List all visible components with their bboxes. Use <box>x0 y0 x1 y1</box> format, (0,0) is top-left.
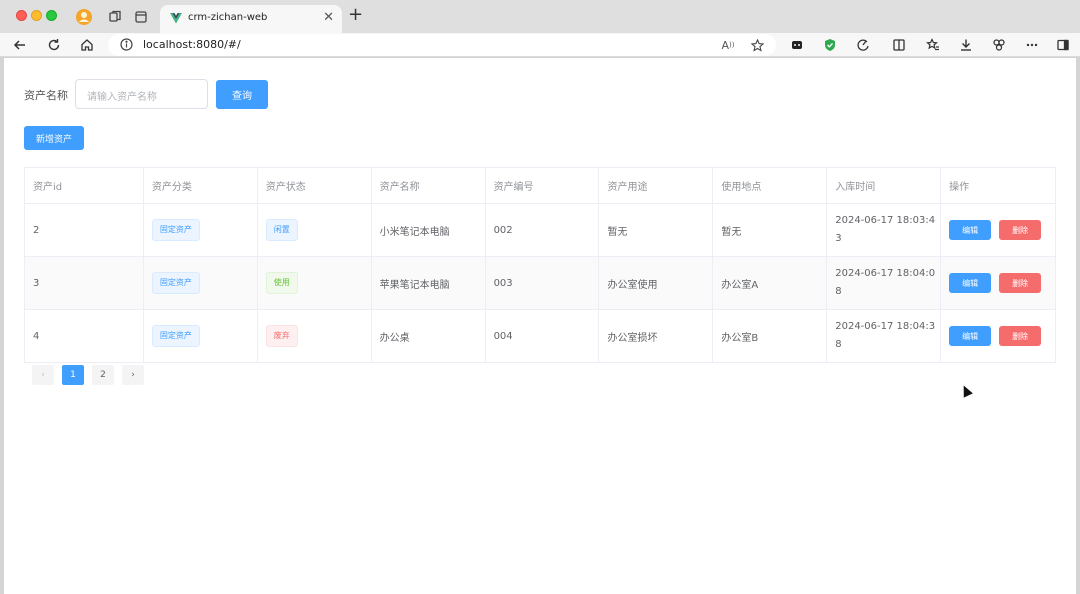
cell-code: 002 <box>485 204 600 257</box>
column-header-code: 资产编号 <box>485 168 600 204</box>
cell-name: 办公桌 <box>371 310 486 363</box>
address-url: localhost:8080/#/ <box>143 38 241 51</box>
cell-location: 办公室A <box>713 257 828 310</box>
tab-active[interactable]: crm-zichan-web ✕ <box>160 5 342 33</box>
column-header-usage: 资产用途 <box>599 168 714 204</box>
extension-icon[interactable] <box>788 36 806 54</box>
edit-button[interactable]: 编辑 <box>949 220 992 240</box>
split-screen-icon[interactable] <box>890 36 908 54</box>
page-content: 资产名称 请输入资产名称 查询 新增资产 资产id 资产分类 资产状态 资产名称… <box>4 58 1076 594</box>
category-tag: 固定资产 <box>151 219 200 241</box>
more-menu-icon[interactable] <box>1023 36 1041 54</box>
prev-page-button[interactable]: ‹ <box>32 365 54 385</box>
delete-button[interactable]: 删除 <box>999 220 1042 240</box>
new-tab-button[interactable]: + <box>348 6 363 24</box>
browser-toolbar: localhost:8080/#/ A)) <box>0 33 1080 57</box>
column-header-id: 资产id <box>25 168 144 204</box>
column-header-status: 资产状态 <box>257 168 372 204</box>
cell-status: 废弃 <box>257 310 372 363</box>
home-icon[interactable] <box>78 36 96 54</box>
sidebar-toggle-icon[interactable] <box>1054 36 1072 54</box>
pagination: ‹ 1 2 › <box>32 365 144 385</box>
site-info-icon[interactable] <box>120 38 133 54</box>
status-badge: 闲置 <box>265 219 298 241</box>
cell-time: 2024-06-17 18:04:38 <box>827 310 942 363</box>
delete-button[interactable]: 删除 <box>999 273 1042 293</box>
edit-button[interactable]: 编辑 <box>949 273 992 293</box>
cell-status: 闲置 <box>257 204 372 257</box>
cell-usage: 办公室使用 <box>599 257 714 310</box>
category-tag: 固定资产 <box>151 325 200 347</box>
cell-time: 2024-06-17 18:04:08 <box>827 257 942 310</box>
cell-name: 小米笔记本电脑 <box>371 204 486 257</box>
cell-location: 暂无 <box>713 204 828 257</box>
status-badge: 废弃 <box>265 325 298 347</box>
page-2-button[interactable]: 2 <box>92 365 114 385</box>
table-row: 4 固定资产 废弃 办公桌 004 办公室损坏 办公室B 2024-06-17 … <box>25 310 1057 363</box>
cell-category: 固定资产 <box>143 310 258 363</box>
asset-name-search-input[interactable]: 请输入资产名称 <box>75 79 208 109</box>
address-bar[interactable]: localhost:8080/#/ A)) <box>108 34 776 56</box>
refresh-icon[interactable] <box>45 36 63 54</box>
favorites-icon[interactable] <box>924 36 942 54</box>
cell-status: 使用 <box>257 257 372 310</box>
cell-actions: 编辑 删除 <box>941 310 1057 363</box>
cell-id: 3 <box>25 257 144 310</box>
next-page-button[interactable]: › <box>122 365 144 385</box>
profile-avatar-icon[interactable] <box>75 8 93 26</box>
table-row: 2 固定资产 闲置 小米笔记本电脑 002 暂无 暂无 2024-06-17 1… <box>25 204 1057 257</box>
cell-id: 4 <box>25 310 144 363</box>
cell-time: 2024-06-17 18:03:43 <box>827 204 942 257</box>
delete-button[interactable]: 删除 <box>999 326 1042 346</box>
cell-usage: 办公室损坏 <box>599 310 714 363</box>
time-text: 2024-06-17 18:04:38 <box>835 321 936 350</box>
tab-close-icon[interactable]: ✕ <box>323 10 334 25</box>
cell-code: 003 <box>485 257 600 310</box>
maximize-window-button[interactable] <box>46 10 57 21</box>
column-header-time: 入库时间 <box>827 168 942 204</box>
workspaces-icon[interactable] <box>106 8 124 26</box>
add-asset-button[interactable]: 新增资产 <box>24 126 84 150</box>
cell-category: 固定资产 <box>143 204 258 257</box>
cell-id: 2 <box>25 204 144 257</box>
category-tag: 固定资产 <box>151 272 200 294</box>
back-icon[interactable] <box>11 36 29 54</box>
downloads-icon[interactable] <box>957 36 975 54</box>
table-row: 3 固定资产 使用 苹果笔记本电脑 003 办公室使用 办公室A 2024-06… <box>25 257 1057 310</box>
vue-favicon-icon <box>170 13 182 27</box>
browser-tab-bar: crm-zichan-web ✕ + <box>0 0 1080 33</box>
read-aloud-icon[interactable]: A)) <box>720 37 736 53</box>
cell-actions: 编辑 删除 <box>941 204 1057 257</box>
page-1-button[interactable]: 1 <box>62 365 84 385</box>
favorite-star-icon[interactable] <box>749 37 765 53</box>
shield-extension-icon[interactable] <box>821 36 839 54</box>
table-header-row: 资产id 资产分类 资产状态 资产名称 资产编号 资产用途 使用地点 入库时间 … <box>25 168 1057 204</box>
cell-location: 办公室B <box>713 310 828 363</box>
column-header-actions: 操作 <box>941 168 1057 204</box>
cell-name: 苹果笔记本电脑 <box>371 257 486 310</box>
mouse-cursor-icon <box>959 383 973 398</box>
asset-name-label: 资产名称 <box>24 89 68 102</box>
asset-table: 资产id 资产分类 资产状态 资产名称 资产编号 资产用途 使用地点 入库时间 … <box>24 167 1057 363</box>
cell-code: 004 <box>485 310 600 363</box>
browser-essentials-icon[interactable] <box>990 36 1008 54</box>
cell-category: 固定资产 <box>143 257 258 310</box>
status-badge: 使用 <box>265 272 298 294</box>
performance-icon[interactable] <box>854 36 872 54</box>
cell-usage: 暂无 <box>599 204 714 257</box>
close-window-button[interactable] <box>16 10 27 21</box>
minimize-window-button[interactable] <box>31 10 42 21</box>
column-header-location: 使用地点 <box>713 168 828 204</box>
cell-actions: 编辑 删除 <box>941 257 1057 310</box>
tab-actions-icon[interactable] <box>132 8 150 26</box>
column-header-name: 资产名称 <box>371 168 486 204</box>
time-text: 2024-06-17 18:04:08 <box>835 268 936 297</box>
query-button[interactable]: 查询 <box>216 80 268 109</box>
tab-title: crm-zichan-web <box>188 12 268 23</box>
column-header-category: 资产分类 <box>143 168 258 204</box>
time-text: 2024-06-17 18:03:43 <box>835 215 936 244</box>
edit-button[interactable]: 编辑 <box>949 326 992 346</box>
